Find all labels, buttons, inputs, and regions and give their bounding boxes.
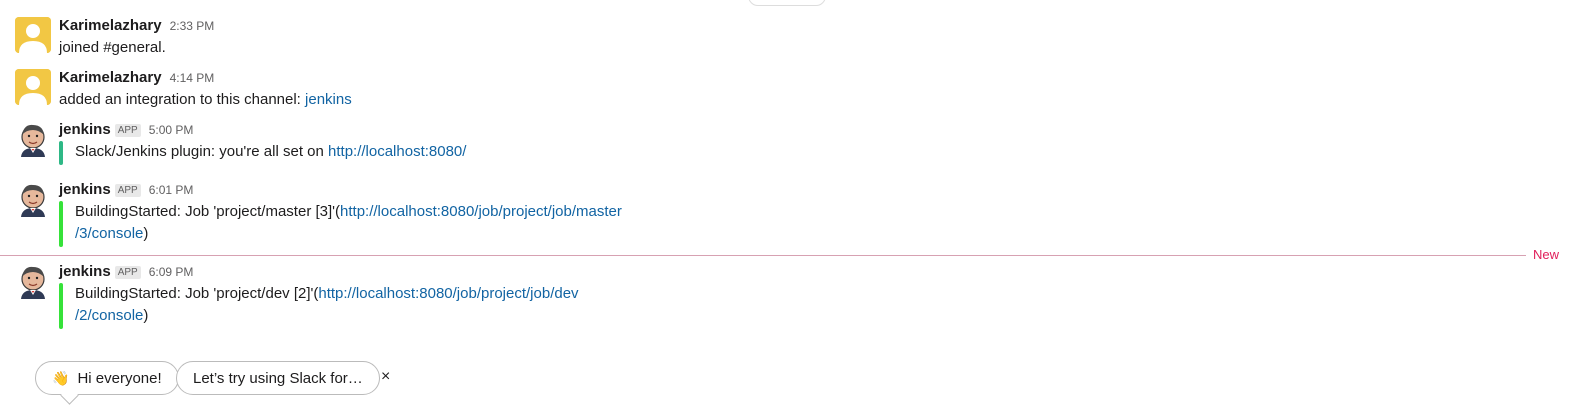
attachment-text-line1: BuildingStarted: Job 'project/master [3]… <box>75 201 622 223</box>
attachment-text-prefix: BuildingStarted: Job 'project/dev [2]'( <box>75 285 319 302</box>
timestamp[interactable]: 2:33 PM <box>170 19 215 33</box>
jenkins-butler-icon <box>21 124 45 157</box>
attachment-text-prefix: Slack/Jenkins plugin: you're all set on <box>75 143 329 160</box>
user-silhouette-icon <box>15 69 51 105</box>
waving-hand-icon: 👋 <box>52 369 70 386</box>
author-name[interactable]: jenkins <box>59 121 111 138</box>
attachment-text-prefix: BuildingStarted: Job 'project/master [3]… <box>75 203 341 220</box>
jenkins-avatar[interactable] <box>15 181 51 217</box>
timestamp[interactable]: 6:01 PM <box>149 183 194 197</box>
job-console-link-continued[interactable]: /3/console <box>75 225 143 242</box>
jenkins-avatar[interactable] <box>15 263 51 299</box>
app-badge: APP <box>114 124 141 137</box>
attachment-color-bar <box>59 201 63 247</box>
user-avatar[interactable] <box>15 17 51 53</box>
new-messages-divider <box>0 255 1526 256</box>
timestamp[interactable]: 5:00 PM <box>149 123 194 137</box>
suggestion-chip-hi-everyone[interactable]: 👋 Hi everyone! <box>35 361 179 395</box>
new-messages-label: New <box>1533 247 1560 262</box>
message-text: added an integration to this channel: je… <box>59 91 352 108</box>
author-name[interactable]: Karimelazhary <box>59 17 162 34</box>
dismiss-suggestions-icon[interactable]: × <box>381 368 390 386</box>
suggestion-label: Hi everyone! <box>77 369 162 387</box>
integration-link[interactable]: jenkins <box>305 91 352 108</box>
attachment-text-suffix: ) <box>143 307 149 324</box>
jenkins-butler-icon <box>21 184 45 217</box>
job-console-link[interactable]: http://localhost:8080/job/project/job/de… <box>318 285 578 302</box>
jenkins-butler-icon <box>21 266 45 299</box>
author-name[interactable]: jenkins <box>59 181 111 198</box>
job-console-link[interactable]: http://localhost:8080/job/project/job/ma… <box>340 203 622 220</box>
suggestion-chip-try-slack[interactable]: Let’s try using Slack for… <box>176 361 380 395</box>
message-text-prefix: added an integration to this channel: <box>59 91 306 108</box>
timestamp[interactable]: 4:14 PM <box>170 71 215 85</box>
jenkins-avatar[interactable] <box>15 121 51 157</box>
user-silhouette-icon <box>15 17 51 53</box>
suggestion-label: Let’s try using Slack for… <box>193 369 363 387</box>
job-console-link-continued[interactable]: /2/console <box>75 307 143 324</box>
author-name[interactable]: jenkins <box>59 263 111 280</box>
attachment-color-bar <box>59 283 63 329</box>
attachment-text-line2: /3/console) <box>75 223 148 245</box>
attachment-text: Slack/Jenkins plugin: you're all set on … <box>75 141 466 163</box>
user-avatar[interactable] <box>15 69 51 105</box>
attachment-text-suffix: ) <box>143 225 149 242</box>
date-divider-pill[interactable] <box>748 0 826 6</box>
author-name[interactable]: Karimelazhary <box>59 69 162 86</box>
app-badge: APP <box>114 266 141 279</box>
localhost-link[interactable]: http://localhost:8080/ <box>328 143 466 160</box>
app-badge: APP <box>114 184 141 197</box>
attachment-text-line1: BuildingStarted: Job 'project/dev [2]'(h… <box>75 283 579 305</box>
timestamp[interactable]: 6:09 PM <box>149 265 194 279</box>
message-text: joined #general. <box>59 39 166 56</box>
attachment-color-bar <box>59 141 63 165</box>
attachment-text-line2: /2/console) <box>75 305 148 327</box>
